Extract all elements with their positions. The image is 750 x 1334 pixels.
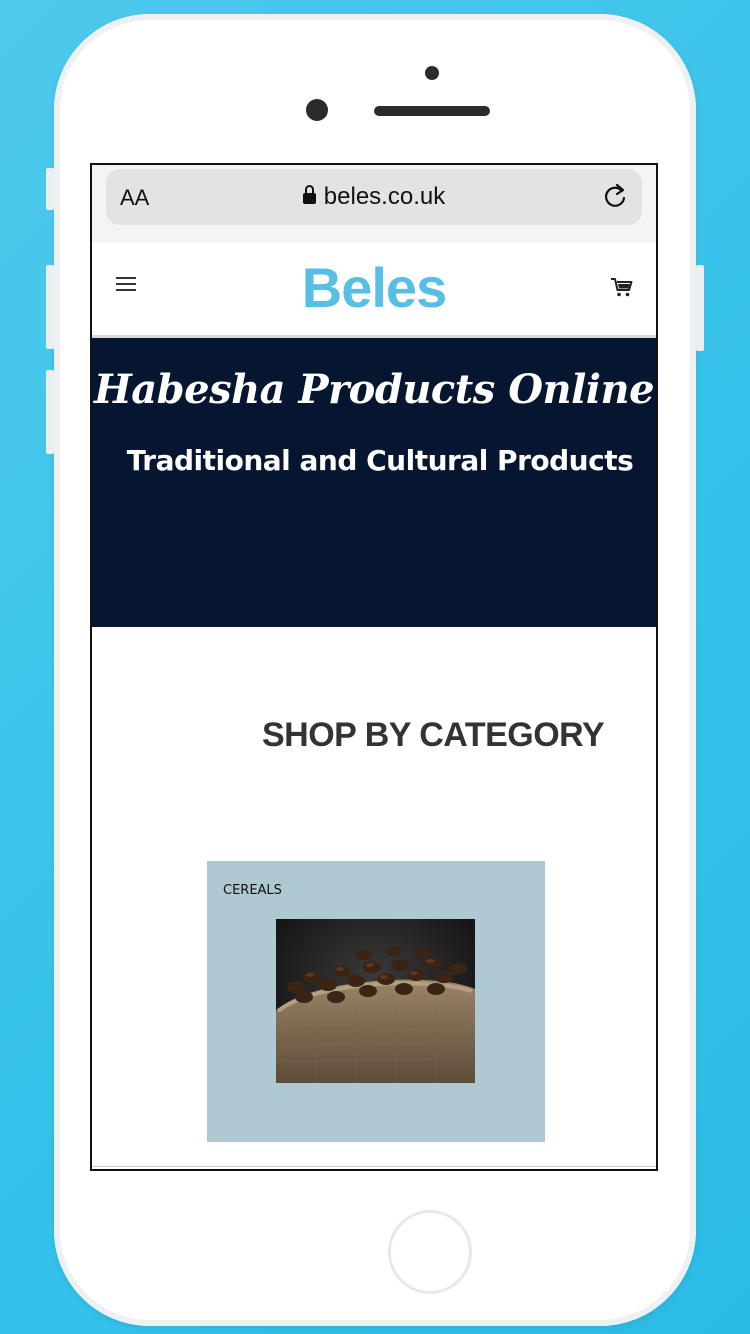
front-camera	[306, 99, 328, 121]
cart-icon[interactable]	[610, 275, 634, 299]
site-logo[interactable]: Beles	[92, 255, 656, 320]
volume-down-button	[46, 370, 54, 454]
home-button[interactable]	[388, 1210, 472, 1294]
browser-toolbar: AA beles.co.uk	[92, 165, 656, 244]
hero-banner: Habesha Products Online Traditional and …	[92, 338, 656, 627]
site-header: Beles	[92, 243, 656, 338]
category-card-cereals[interactable]: CEREALS	[207, 861, 545, 1142]
front-sensor	[425, 66, 439, 80]
lock-icon	[302, 185, 316, 204]
earpiece-speaker	[374, 106, 490, 116]
category-image	[276, 919, 475, 1083]
category-label: CEREALS	[223, 883, 282, 898]
reload-icon[interactable]	[600, 181, 630, 211]
hero-title: Habesha Products Online	[93, 366, 655, 413]
power-button	[696, 265, 704, 351]
url-text: beles.co.uk	[323, 183, 446, 210]
page-divider	[92, 1166, 656, 1167]
address-bar[interactable]: AA beles.co.uk	[106, 169, 642, 225]
browser-screen: AA beles.co.uk Beles Habesha Products On…	[90, 163, 658, 1171]
section-heading: SHOP BY CATEGORY	[262, 716, 605, 754]
mute-switch	[46, 168, 54, 210]
url-display[interactable]: beles.co.uk	[106, 183, 642, 211]
hero-subtitle: Traditional and Cultural Products	[126, 444, 634, 477]
volume-up-button	[46, 265, 54, 349]
